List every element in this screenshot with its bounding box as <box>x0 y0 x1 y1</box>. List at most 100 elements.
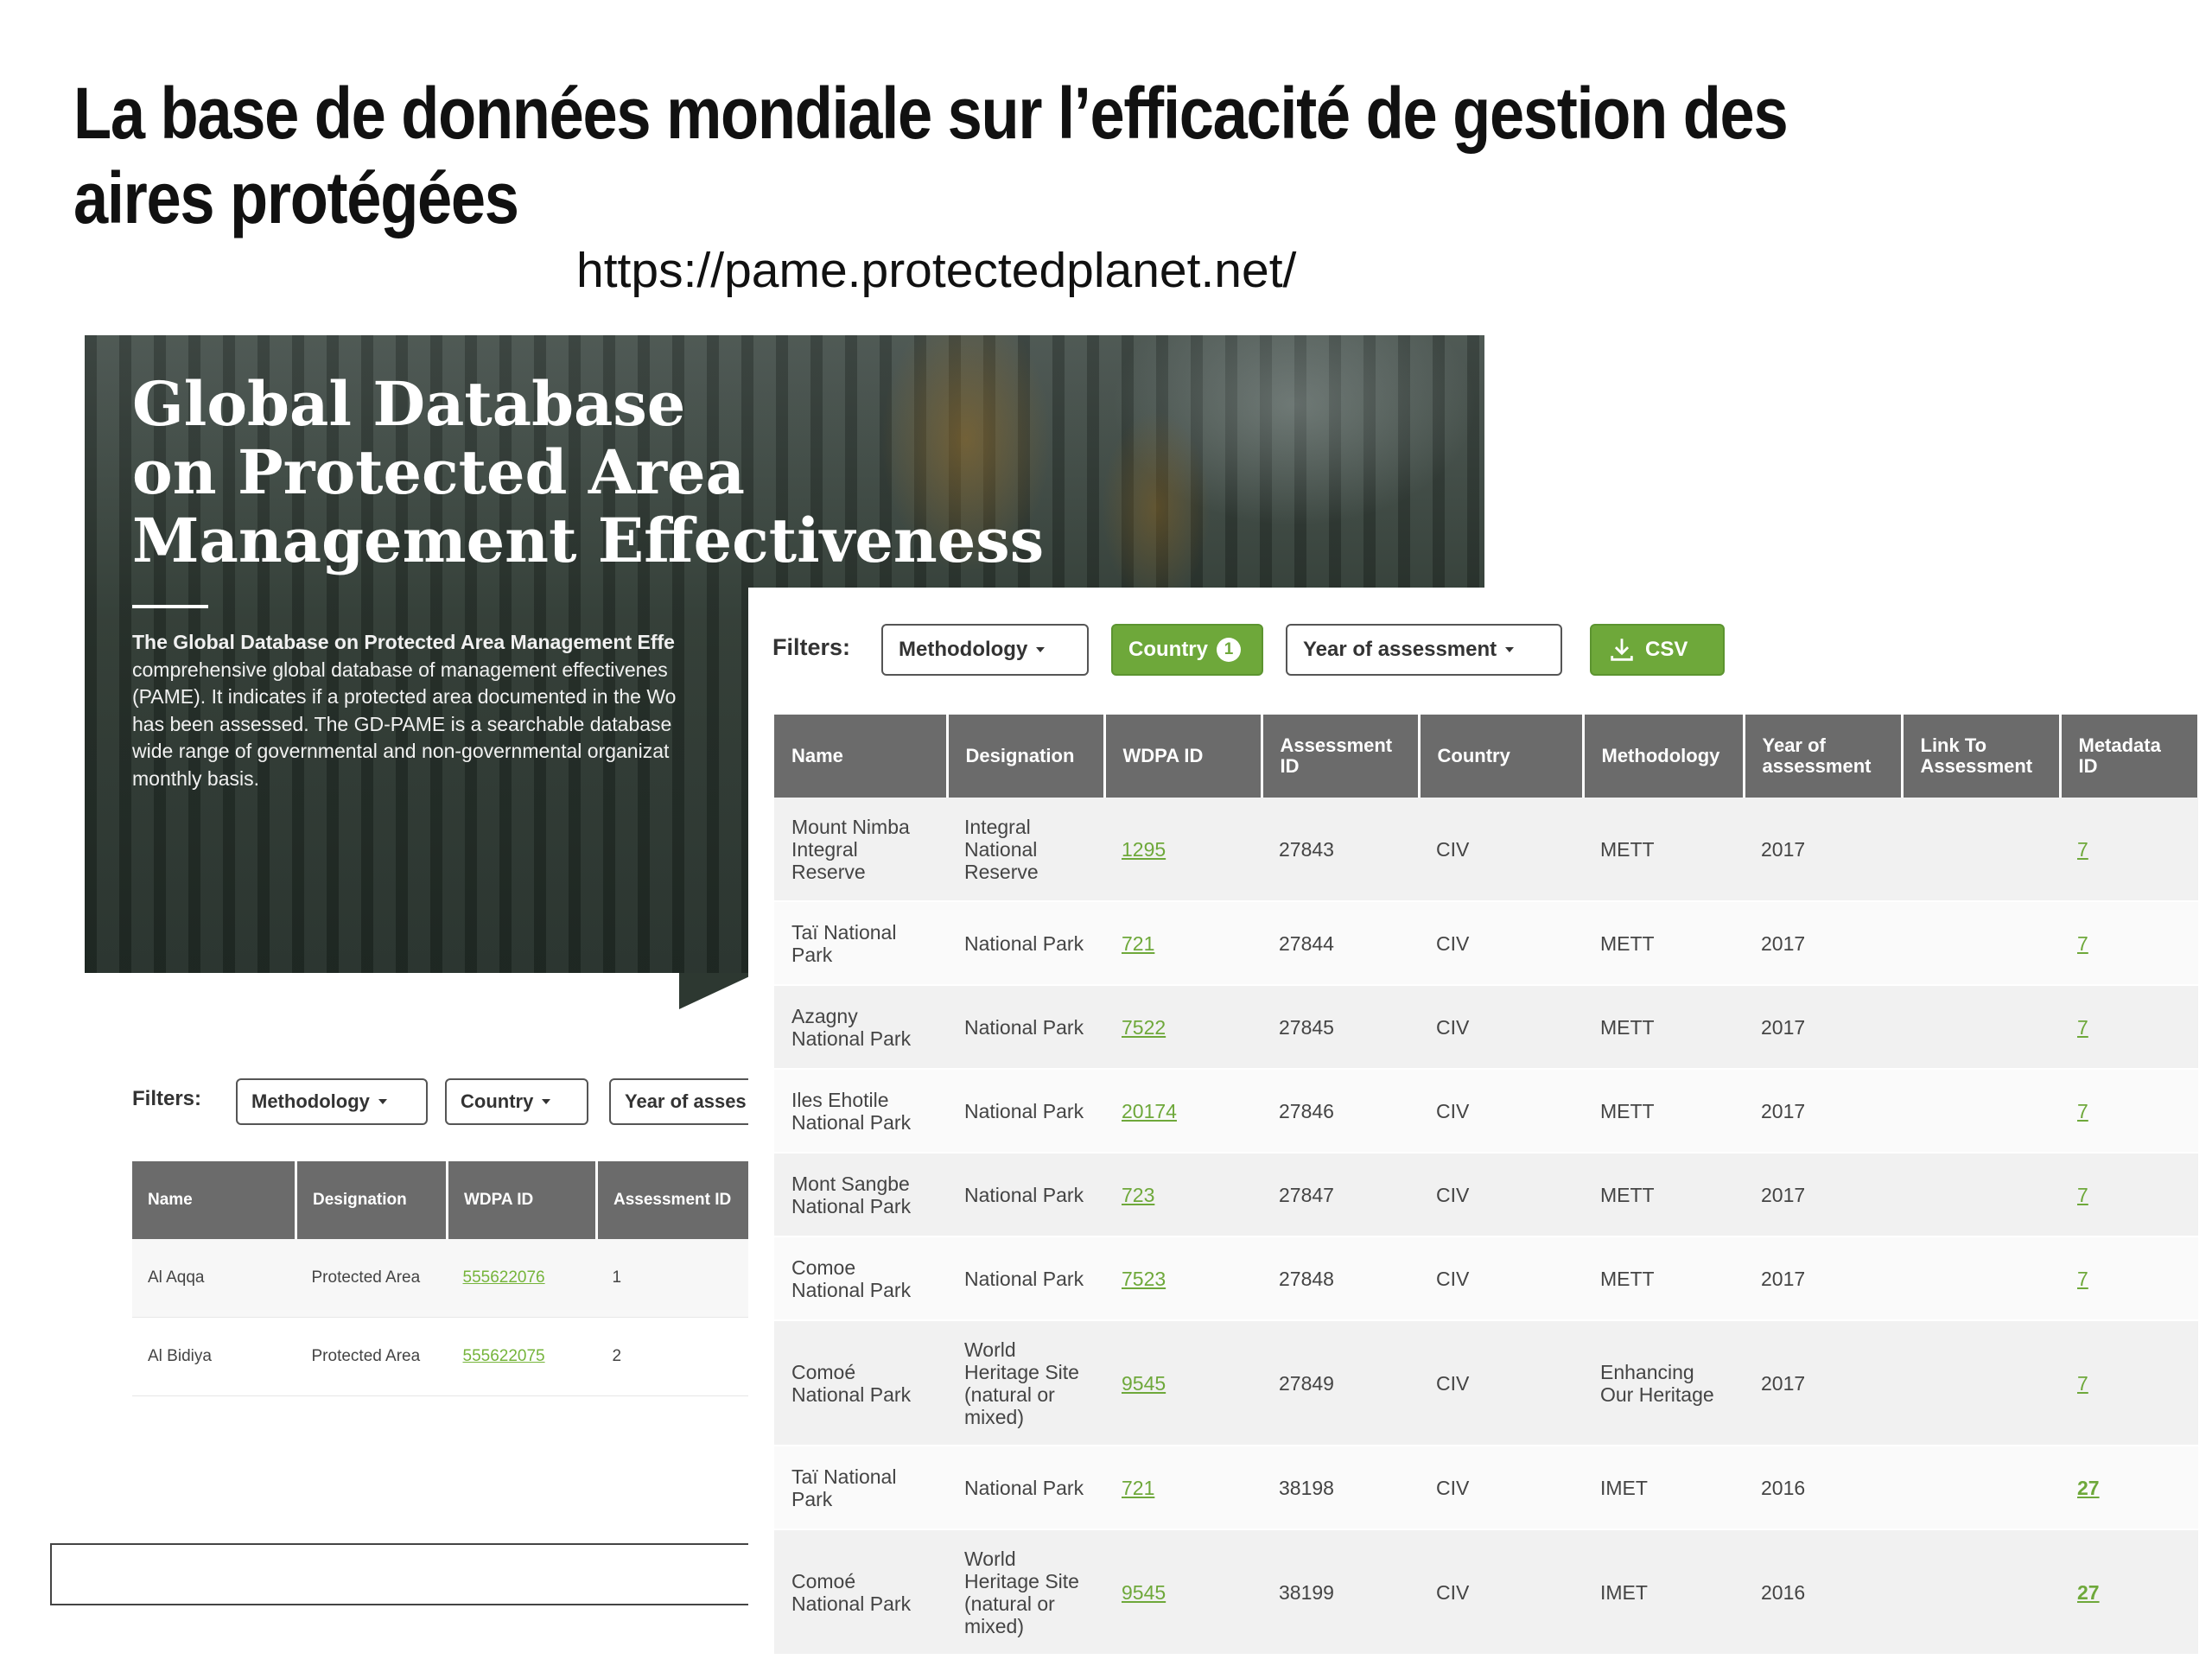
wdpa-id-link[interactable]: 7523 <box>1122 1268 1166 1290</box>
country-filter-button[interactable]: Country <box>445 1078 588 1125</box>
wdpa-id-link[interactable]: 723 <box>1122 1184 1154 1206</box>
cell-designation: Protected Area <box>296 1317 448 1396</box>
cell-country: CIV <box>1419 901 1583 986</box>
cell-wdpa-id: 7522 <box>1104 985 1262 1070</box>
column-header[interactable]: Metadata ID <box>2060 715 2200 798</box>
assessments-table: Name Designation WDPA ID Assessment ID C… <box>774 715 2200 1656</box>
cell-name: Taï National Park <box>774 901 947 986</box>
wdpa-id-link[interactable]: 9545 <box>1122 1581 1166 1604</box>
cell-assessment-id: 27846 <box>1262 1069 1419 1154</box>
cell-wdpa-id: 7523 <box>1104 1236 1262 1321</box>
metadata-id-link[interactable]: 7 <box>2077 1268 2088 1290</box>
cell-name: Al Aqqa <box>132 1239 296 1318</box>
methodology-filter-button[interactable]: Methodology <box>236 1078 428 1125</box>
cell-name: Taï National Park <box>774 1446 947 1530</box>
metadata-id-link[interactable]: 7 <box>2077 1372 2088 1395</box>
cell-wdpa-id: 1295 <box>1104 798 1262 902</box>
column-header[interactable]: Designation <box>296 1161 448 1239</box>
cell-country: CIV <box>1419 1153 1583 1237</box>
column-header[interactable]: WDPA ID <box>1104 715 1263 798</box>
metadata-id-link[interactable]: 7 <box>2077 1184 2088 1206</box>
cell-wdpa-id: 555622075 <box>447 1317 597 1396</box>
table-row: Iles Ehotile National Park National Park 2… <box>774 1069 2198 1154</box>
cell-designation: World Heritage Site (natural or mixed) <box>947 1320 1104 1446</box>
cell-methodology: IMET <box>1583 1446 1744 1530</box>
wdpa-id-link[interactable]: 9545 <box>1122 1372 1166 1395</box>
chevron-down-icon <box>542 1099 551 1104</box>
table-row: Comoé National Park World Heritage Site (… <box>774 1529 2198 1656</box>
cell-methodology: METT <box>1583 1236 1744 1321</box>
filter-label: Methodology <box>899 638 1028 661</box>
cell-link <box>1902 1069 2060 1154</box>
filter-label: Methodology <box>251 1090 370 1112</box>
column-header[interactable]: Link To Assessment <box>1902 715 2062 798</box>
column-header[interactable]: Name <box>774 715 949 798</box>
column-header[interactable]: Country <box>1419 715 1585 798</box>
cell-assessment-id: 27847 <box>1262 1153 1419 1237</box>
year-of-assessment-filter-button[interactable]: Year of assessment <box>1286 624 1562 676</box>
table-row: Comoe National Park National Park 7523 2784… <box>774 1236 2198 1321</box>
cell-wdpa-id: 555622076 <box>447 1239 597 1318</box>
cell-country: CIV <box>1419 1320 1583 1446</box>
column-header[interactable]: Assessment ID <box>1262 715 1421 798</box>
country-filter-button[interactable]: Country 1 <box>1111 624 1263 676</box>
wdpa-id-link[interactable]: 721 <box>1122 1477 1154 1499</box>
wdpa-id-link[interactable]: 20174 <box>1122 1100 1177 1122</box>
cell-methodology: METT <box>1583 798 1744 902</box>
cell-wdpa-id: 9545 <box>1104 1320 1262 1446</box>
cell-assessment-id: 27844 <box>1262 901 1419 986</box>
cell-link <box>1902 985 2060 1070</box>
metadata-id-link[interactable]: 27 <box>2077 1581 2100 1604</box>
column-header[interactable]: Assessment ID <box>596 1161 770 1239</box>
cell-name: Al Bidiya <box>132 1317 296 1396</box>
cell-wdpa-id: 9545 <box>1104 1529 1262 1656</box>
cell-year: 2017 <box>1744 1069 1902 1154</box>
cell-name: Mount Nimba Integral Reserve <box>774 798 947 902</box>
csv-download-button[interactable]: CSV <box>1590 624 1725 676</box>
table-row: Al Bidiya Protected Area 555622075 2 <box>132 1317 769 1396</box>
cell-metadata-id: 27 <box>2060 1446 2198 1530</box>
table-row: Taï National Park National Park 721 27844 CI… <box>774 901 2198 986</box>
metadata-id-link[interactable]: 7 <box>2077 838 2088 861</box>
filters-label: Filters: <box>772 634 851 660</box>
cell-link <box>1902 1446 2060 1530</box>
cell-assessment-id: 27843 <box>1262 798 1419 902</box>
cell-designation: Integral National Reserve <box>947 798 1104 902</box>
metadata-id-link[interactable]: 7 <box>2077 932 2088 955</box>
column-header[interactable]: Year of assessment <box>1744 715 1904 798</box>
hero-title-line: Global Database <box>132 368 686 440</box>
csv-label: CSV <box>1645 638 1688 661</box>
cell-link <box>1902 1320 2060 1446</box>
cell-country: CIV <box>1419 1529 1583 1656</box>
cell-designation: National Park <box>947 1153 1104 1237</box>
cell-year: 2016 <box>1744 1446 1902 1530</box>
hero-divider <box>132 605 208 608</box>
cell-year: 2017 <box>1744 1153 1902 1237</box>
column-header[interactable]: Methodology <box>1583 715 1745 798</box>
wdpa-id-link[interactable]: 7522 <box>1122 1016 1166 1039</box>
metadata-id-link[interactable]: 27 <box>2077 1477 2100 1499</box>
cell-methodology: Enhancing Our Heritage <box>1583 1320 1744 1446</box>
metadata-id-link[interactable]: 7 <box>2077 1016 2088 1039</box>
hero-title: Global Database on Protected Area Manage… <box>132 370 1169 575</box>
hero-edge <box>679 973 757 1009</box>
table-row: Mont Sangbe National Park National Park 72… <box>774 1153 2198 1237</box>
cell-name: Comoe National Park <box>774 1236 947 1321</box>
methodology-filter-button[interactable]: Methodology <box>881 624 1089 676</box>
table-row: Taï National Park National Park 721 38198 CI… <box>774 1446 2198 1530</box>
column-header[interactable]: WDPA ID <box>447 1161 598 1239</box>
wdpa-id-link[interactable]: 721 <box>1122 932 1154 955</box>
cell-designation: National Park <box>947 901 1104 986</box>
metadata-id-link[interactable]: 7 <box>2077 1100 2088 1122</box>
cell-metadata-id: 7 <box>2060 1153 2198 1237</box>
column-header[interactable]: Name <box>132 1161 297 1239</box>
cell-metadata-id: 7 <box>2060 901 2198 986</box>
wdpa-id-link[interactable]: 555622075 <box>463 1347 545 1365</box>
cell-assessment-id: 38198 <box>1262 1446 1419 1530</box>
cell-methodology: METT <box>1583 1153 1744 1237</box>
wdpa-id-link[interactable]: 1295 <box>1122 838 1166 861</box>
cell-wdpa-id: 723 <box>1104 1153 1262 1237</box>
cell-designation: National Park <box>947 1069 1104 1154</box>
column-header[interactable]: Designation <box>947 715 1106 798</box>
wdpa-id-link[interactable]: 555622076 <box>463 1268 545 1287</box>
